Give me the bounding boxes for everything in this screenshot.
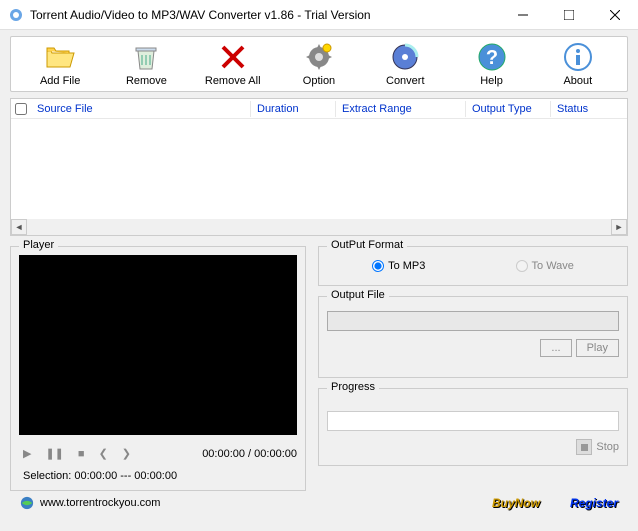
help-icon: ? (476, 41, 508, 73)
help-label: Help (480, 75, 503, 87)
gear-icon (303, 41, 335, 73)
footer: www.torrentrockyou.com BuyNow Register (10, 492, 628, 514)
option-label: Option (303, 75, 335, 87)
progress-bar (327, 411, 619, 431)
add-file-button[interactable]: Add File (21, 41, 99, 87)
list-body[interactable] (11, 119, 627, 219)
about-button[interactable]: About (539, 41, 617, 87)
to-mp3-radio[interactable] (372, 260, 384, 272)
minimize-button[interactable] (500, 0, 546, 30)
to-wave-radio-label[interactable]: To Wave (516, 260, 574, 272)
player-panel: Player ▶ ❚❚ ■ ❮ ❯ 00:00:00 / 00:00:00 Se… (10, 246, 306, 491)
progress-legend: Progress (327, 381, 379, 393)
remove-x-icon (217, 41, 249, 73)
stop-label: Stop (596, 441, 619, 453)
minimize-icon (518, 10, 528, 20)
pause-icon[interactable]: ❚❚ (45, 447, 63, 460)
remove-all-label: Remove All (205, 75, 261, 87)
website-url[interactable]: www.torrentrockyou.com (40, 497, 160, 509)
player-legend: Player (19, 239, 58, 251)
remove-button[interactable]: Remove (107, 41, 185, 87)
select-all-checkbox-cell (11, 103, 31, 115)
col-duration[interactable]: Duration (251, 101, 336, 117)
to-mp3-text: To MP3 (388, 260, 425, 272)
option-button[interactable]: Option (280, 41, 358, 87)
convert-button[interactable]: Convert (366, 41, 444, 87)
register-link[interactable]: Register (570, 496, 618, 510)
col-status[interactable]: Status (551, 101, 627, 117)
select-all-checkbox[interactable] (15, 103, 27, 115)
to-wave-text: To Wave (532, 260, 574, 272)
close-icon (610, 10, 620, 20)
browse-button[interactable]: ... (540, 339, 571, 357)
svg-text:?: ? (485, 47, 497, 69)
scroll-left-icon[interactable]: ◄ (11, 219, 27, 235)
play-icon[interactable]: ▶ (23, 447, 31, 460)
buynow-link[interactable]: BuyNow (492, 496, 540, 510)
globe-icon (20, 496, 34, 510)
player-screen (19, 255, 297, 435)
output-file-panel: Output File ... Play (318, 296, 628, 378)
output-format-panel: OutPut Format To MP3 To Wave (318, 246, 628, 286)
player-time: 00:00:00 / 00:00:00 (202, 448, 297, 460)
col-extract-range[interactable]: Extract Range (336, 101, 466, 117)
to-mp3-radio-label[interactable]: To MP3 (372, 260, 425, 272)
col-output-type[interactable]: Output Type (466, 101, 551, 117)
convert-label: Convert (386, 75, 425, 87)
output-format-legend: OutPut Format (327, 239, 407, 251)
about-label: About (563, 75, 592, 87)
list-header: Source File Duration Extract Range Outpu… (11, 99, 627, 119)
disc-convert-icon (389, 41, 421, 73)
close-button[interactable] (592, 0, 638, 30)
help-button[interactable]: ? Help (453, 41, 531, 87)
mark-out-icon[interactable]: ❯ (122, 447, 131, 460)
horizontal-scrollbar[interactable]: ◄ ► (11, 219, 627, 235)
player-selection: Selection: 00:00:00 --- 00:00:00 (19, 470, 297, 482)
output-file-legend: Output File (327, 289, 389, 301)
maximize-icon (564, 10, 574, 20)
add-file-label: Add File (40, 75, 80, 87)
play-output-button[interactable]: Play (576, 339, 619, 357)
progress-panel: Progress Stop (318, 388, 628, 466)
folder-open-icon (44, 41, 76, 73)
col-source-file[interactable]: Source File (31, 101, 251, 117)
recycle-bin-icon (130, 41, 162, 73)
output-file-path (327, 311, 619, 331)
remove-label: Remove (126, 75, 167, 87)
main-toolbar: Add File Remove Remove All Option Conver… (10, 36, 628, 92)
window-title: Torrent Audio/Video to MP3/WAV Converter… (30, 8, 500, 22)
to-wave-radio[interactable] (516, 260, 528, 272)
remove-all-button[interactable]: Remove All (194, 41, 272, 87)
info-icon (562, 41, 594, 73)
stop-button[interactable] (576, 439, 592, 455)
file-list: Source File Duration Extract Range Outpu… (10, 98, 628, 236)
stop-icon[interactable]: ■ (78, 448, 85, 460)
player-controls: ▶ ❚❚ ■ ❮ ❯ 00:00:00 / 00:00:00 (19, 447, 297, 460)
scroll-right-icon[interactable]: ► (611, 219, 627, 235)
mark-in-icon[interactable]: ❮ (99, 447, 108, 460)
titlebar: Torrent Audio/Video to MP3/WAV Converter… (0, 0, 638, 30)
app-icon (8, 7, 24, 23)
maximize-button[interactable] (546, 0, 592, 30)
stop-square-icon (581, 444, 588, 451)
